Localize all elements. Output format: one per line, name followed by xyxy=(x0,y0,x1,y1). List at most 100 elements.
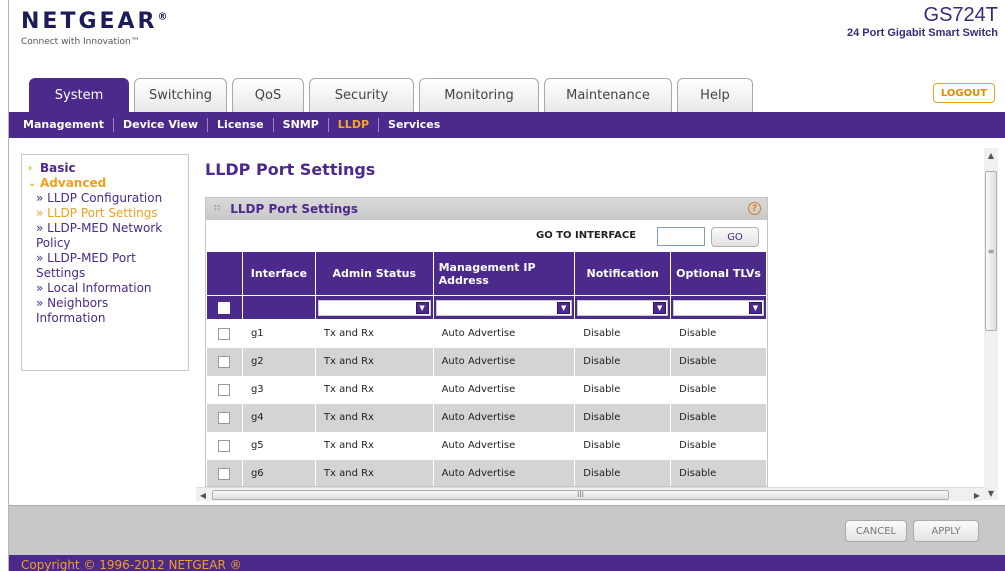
sidebar-item-lldp-port-settings[interactable]: » LLDP Port Settings xyxy=(28,206,182,221)
select-all-checkbox[interactable] xyxy=(218,301,231,314)
select-column-header xyxy=(206,251,243,296)
goto-interface-label: GO TO INTERFACE xyxy=(536,230,637,241)
column-header-management-ip: Management IP Address xyxy=(432,251,576,296)
sidebar-item-lldp-med-port-settings[interactable]: » LLDP-MED Port xyxy=(28,251,182,266)
cell-admin-status: Tx and Rx xyxy=(314,431,434,460)
row-checkbox[interactable] xyxy=(218,383,231,396)
scroll-down-icon[interactable]: ▼ xyxy=(984,486,998,500)
cell-interface: g2 xyxy=(241,347,316,376)
row-checkbox[interactable] xyxy=(218,439,231,452)
cell-management-ip: Auto Advertise xyxy=(432,375,576,404)
row-checkbox[interactable] xyxy=(218,411,231,424)
scroll-up-icon[interactable]: ▲ xyxy=(984,148,998,162)
horizontal-scroll-thumb[interactable]: III xyxy=(212,490,949,500)
cell-management-ip: Auto Advertise xyxy=(432,319,576,348)
panel-title: LLDP Port Settings xyxy=(230,202,359,216)
sidebar-item-neighbors-information[interactable]: » Neighbors xyxy=(28,296,182,311)
cell-admin-status: Tx and Rx xyxy=(314,375,434,404)
row-checkbox[interactable] xyxy=(218,467,231,480)
cell-optional-tlvs: Disable xyxy=(670,459,767,486)
sidebar-item-local-information[interactable]: » Local Information xyxy=(28,281,182,296)
sidebar-item-lldp-med-network-policy[interactable]: » LLDP-MED Network xyxy=(28,221,182,236)
cell-notification: Disable xyxy=(574,375,672,404)
tagline: Connect with Innovation™ xyxy=(21,37,140,47)
chevron-right-icon: › xyxy=(28,163,33,174)
cell-interface: g1 xyxy=(241,319,316,348)
tab-maintenance[interactable]: Maintenance xyxy=(544,78,672,112)
horizontal-scrollbar[interactable]: ◀ III ▶ xyxy=(196,487,984,501)
app-frame: NETGEAR® Connect with Innovation™ GS724T… xyxy=(8,0,1005,571)
header: NETGEAR® Connect with Innovation™ GS724T… xyxy=(9,0,1005,78)
copyright-footer: Copyright © 1996-2012 NETGEAR ® xyxy=(9,555,1005,571)
model-name: GS724T xyxy=(923,4,998,26)
dropdown-arrow-icon: ▼ xyxy=(557,301,571,314)
row-checkbox[interactable] xyxy=(218,355,231,368)
cell-notification: Disable xyxy=(574,459,672,486)
action-bar: CANCEL APPLY xyxy=(9,505,1005,555)
sidebar-category-basic[interactable]: › Basic xyxy=(28,161,182,176)
cancel-button[interactable]: CANCEL xyxy=(845,520,907,542)
model-description: 24 Port Gigabit Smart Switch xyxy=(847,27,998,39)
notification-select[interactable]: ▼ xyxy=(577,299,669,316)
management-ip-select[interactable]: ▼ xyxy=(435,299,573,316)
cell-admin-status: Tx and Rx xyxy=(314,347,434,376)
dropdown-arrow-icon: ▼ xyxy=(749,301,762,314)
tab-system[interactable]: System xyxy=(29,78,129,112)
tab-switching[interactable]: Switching xyxy=(134,78,227,112)
sidebar-category-advanced[interactable]: ⌄ Advanced xyxy=(28,176,182,191)
sidebar-item-lldp-med-port-settings-cont[interactable]: Settings xyxy=(28,266,182,281)
main-tabs: System Switching QoS Security Monitoring… xyxy=(29,78,753,112)
vertical-scrollbar[interactable]: ▲ ≡ ▼ xyxy=(984,148,998,500)
table-row[interactable]: g4 Tx and Rx Auto Advertise Disable Disa… xyxy=(206,403,767,432)
subnav-license[interactable]: License xyxy=(207,118,273,132)
tab-help[interactable]: Help xyxy=(677,78,753,112)
scroll-left-icon[interactable]: ◀ xyxy=(196,488,210,502)
port-settings-table: Interface Admin Status Management IP Add… xyxy=(206,251,767,486)
netgear-logo: NETGEAR® xyxy=(21,9,168,34)
tab-monitoring[interactable]: Monitoring xyxy=(419,78,539,112)
sidebar-item-neighbors-information-cont[interactable]: Information xyxy=(28,311,182,326)
cell-notification: Disable xyxy=(574,403,672,432)
cell-admin-status: Tx and Rx xyxy=(314,459,434,486)
cell-optional-tlvs: Disable xyxy=(670,319,767,348)
interface-filter-cell xyxy=(241,295,316,320)
vertical-scroll-thumb[interactable]: ≡ xyxy=(985,171,997,331)
tab-security[interactable]: Security xyxy=(309,78,414,112)
lldp-port-settings-panel: ∷ LLDP Port Settings ? GO TO INTERFACE G… xyxy=(205,197,768,487)
table-row[interactable]: g3 Tx and Rx Auto Advertise Disable Disa… xyxy=(206,375,767,404)
tab-qos[interactable]: QoS xyxy=(232,78,304,112)
cell-admin-status: Tx and Rx xyxy=(314,403,434,432)
cell-management-ip: Auto Advertise xyxy=(432,347,576,376)
page-title: LLDP Port Settings xyxy=(205,160,376,179)
cell-notification: Disable xyxy=(574,347,672,376)
sidebar-item-lldp-med-network-policy-cont[interactable]: Policy xyxy=(28,236,182,251)
table-row[interactable]: g6 Tx and Rx Auto Advertise Disable Disa… xyxy=(206,459,767,486)
cell-optional-tlvs: Disable xyxy=(670,431,767,460)
subnav-management[interactable]: Management xyxy=(23,118,113,132)
logout-button[interactable]: LOGOUT xyxy=(933,83,995,103)
sub-navigation: Management Device View License SNMP LLDP… xyxy=(9,112,1005,138)
cell-management-ip: Auto Advertise xyxy=(432,459,576,486)
help-icon[interactable]: ? xyxy=(748,202,761,215)
cell-interface: g6 xyxy=(241,459,316,486)
cell-interface: g4 xyxy=(241,403,316,432)
table-row[interactable]: g5 Tx and Rx Auto Advertise Disable Disa… xyxy=(206,431,767,460)
drag-grip-icon: ∷ xyxy=(214,204,221,214)
subnav-services[interactable]: Services xyxy=(378,118,449,132)
sidebar-item-lldp-configuration[interactable]: » LLDP Configuration xyxy=(28,191,182,206)
subnav-snmp[interactable]: SNMP xyxy=(272,118,328,132)
cell-admin-status: Tx and Rx xyxy=(314,319,434,348)
cell-notification: Disable xyxy=(574,431,672,460)
table-row[interactable]: g2 Tx and Rx Auto Advertise Disable Disa… xyxy=(206,347,767,376)
optional-tlvs-select[interactable]: ▼ xyxy=(673,299,764,316)
column-header-admin-status: Admin Status xyxy=(314,251,434,296)
apply-button[interactable]: APPLY xyxy=(913,520,979,542)
scroll-right-icon[interactable]: ▶ xyxy=(970,488,984,502)
goto-interface-input[interactable] xyxy=(657,227,705,246)
admin-status-select[interactable]: ▼ xyxy=(317,299,431,316)
subnav-device-view[interactable]: Device View xyxy=(112,118,207,132)
row-checkbox[interactable] xyxy=(218,327,231,340)
table-row[interactable]: g1 Tx and Rx Auto Advertise Disable Disa… xyxy=(206,319,767,348)
go-button[interactable]: GO xyxy=(711,227,759,247)
subnav-lldp[interactable]: LLDP xyxy=(327,118,378,132)
